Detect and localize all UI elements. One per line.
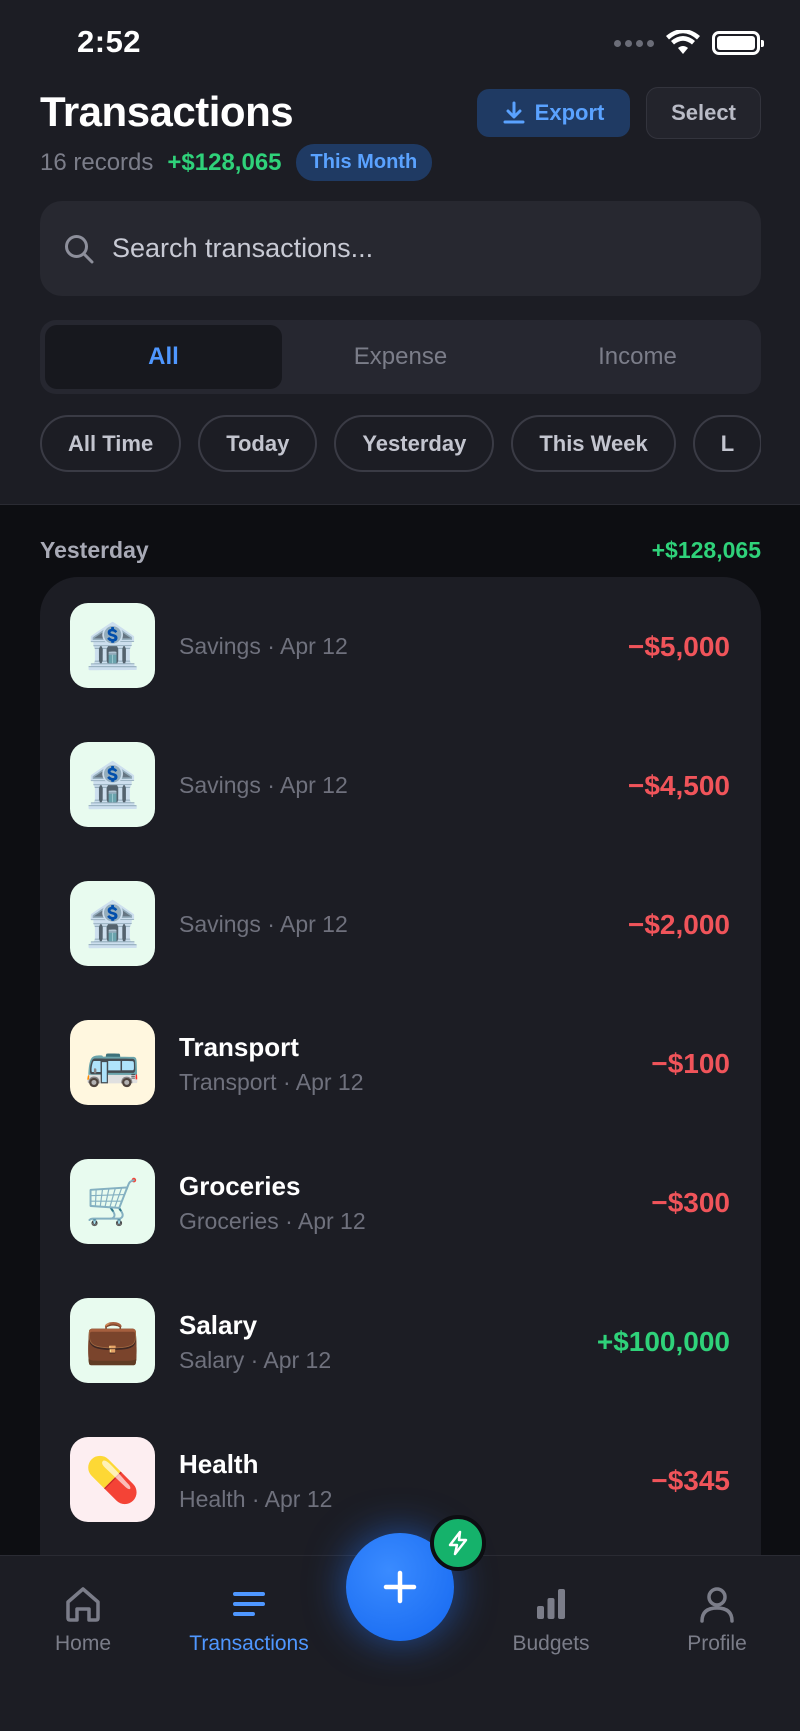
chip-next-partial[interactable]: L (692, 415, 761, 472)
transaction-row[interactable]: 💊 Health Health · Apr 12 −$345 (40, 1411, 761, 1550)
transaction-row[interactable]: 🏦 Savings · Apr 12 −$4,500 (40, 716, 761, 855)
transaction-row[interactable]: 🚌 Transport Transport · Apr 12 −$100 (40, 994, 761, 1133)
list-icon (233, 1592, 265, 1616)
search-input[interactable] (112, 233, 712, 264)
segment-all[interactable]: All (45, 325, 282, 389)
transaction-meta: Transport · Apr 12 (179, 1068, 364, 1095)
bus-icon: 🚌 (70, 1020, 155, 1105)
transaction-row[interactable]: 🏦 Savings · Apr 12 −$5,000 (40, 577, 761, 716)
chip-this-week[interactable]: This Week (511, 415, 676, 472)
period-badge[interactable]: This Month (295, 144, 433, 181)
nav-home-label: Home (54, 1632, 112, 1655)
transaction-amount: −$300 (651, 1186, 730, 1218)
transaction-amount: −$345 (651, 1464, 730, 1496)
transaction-amount: −$2,000 (628, 908, 730, 940)
period-total: +$128,065 (167, 148, 282, 176)
transaction-amount: −$5,000 (628, 630, 730, 662)
type-segmented-control: All Expense Income (40, 320, 761, 394)
chip-today[interactable]: Today (198, 415, 318, 472)
chip-all-time[interactable]: All Time (40, 415, 182, 472)
search-icon (65, 234, 94, 263)
user-icon (700, 1587, 734, 1623)
transaction-meta: Health · Apr 12 (179, 1485, 333, 1512)
transaction-meta: Groceries · Apr 12 (179, 1207, 366, 1234)
transaction-row[interactable]: 🛒 Groceries Groceries · Apr 12 −$300 (40, 1133, 761, 1272)
transaction-meta: Savings · Apr 12 (179, 772, 348, 798)
wifi-icon (666, 30, 700, 54)
bank-icon: 🏦 (70, 603, 155, 688)
pill-icon: 💊 (70, 1437, 155, 1522)
lightning-icon (448, 1530, 468, 1556)
nav-budgets-label: Budgets (512, 1632, 590, 1655)
records-count: 16 records (40, 148, 154, 176)
home-icon (66, 1587, 100, 1622)
status-icons (614, 30, 764, 56)
transaction-meta: Savings · Apr 12 (179, 633, 348, 659)
section-title: Yesterday (40, 537, 149, 563)
page-title: Transactions (40, 88, 294, 135)
transaction-amount: −$4,500 (628, 769, 730, 801)
export-button[interactable]: Export (477, 89, 630, 137)
segment-income[interactable]: Income (519, 325, 756, 389)
signal-icon (614, 39, 654, 47)
nav-profile[interactable]: Profile (632, 1584, 800, 1656)
bank-icon: 🏦 (70, 742, 155, 827)
transactions-screen: 2:52 Transactions Export Select 16 recor… (0, 0, 800, 1731)
select-button[interactable]: Select (646, 87, 761, 139)
download-icon (503, 101, 525, 124)
transaction-amount: +$100,000 (596, 1325, 730, 1357)
cart-icon: 🛒 (70, 1159, 155, 1244)
transaction-name: Salary (179, 1309, 258, 1340)
transaction-name: Transport (179, 1031, 299, 1062)
search-bar[interactable] (40, 201, 761, 296)
section-header: Yesterday +$128,065 (40, 537, 761, 564)
transaction-name: Health (179, 1448, 259, 1479)
nav-transactions-label: Transactions (189, 1632, 309, 1655)
nav-home[interactable]: Home (0, 1584, 168, 1656)
bank-icon: 🏦 (70, 881, 155, 966)
transaction-name: Groceries (179, 1170, 301, 1201)
date-filter-chips: All Time Today Yesterday This Week L (40, 415, 761, 473)
status-bar: 2:52 (0, 0, 800, 90)
summary-line: 16 records +$128,065 This Month (40, 144, 433, 181)
plus-icon (383, 1570, 417, 1604)
quick-add-button[interactable] (430, 1515, 486, 1571)
chip-yesterday[interactable]: Yesterday (334, 415, 495, 472)
section-total: +$128,065 (651, 537, 761, 563)
transaction-row[interactable]: 💼 Salary Salary · Apr 12 +$100,000 (40, 1272, 761, 1411)
transaction-meta: Salary · Apr 12 (179, 1346, 332, 1373)
nav-budgets[interactable]: Budgets (466, 1584, 636, 1656)
transaction-row[interactable]: 🏦 Savings · Apr 12 −$2,000 (40, 855, 761, 994)
header: 2:52 Transactions Export Select 16 recor… (0, 0, 800, 505)
bar-chart-icon (537, 1589, 565, 1619)
transaction-meta: Savings · Apr 12 (179, 911, 348, 937)
briefcase-icon: 💼 (70, 1298, 155, 1383)
nav-profile-label: Profile (687, 1632, 747, 1655)
status-time: 2:52 (77, 24, 142, 59)
battery-icon (712, 31, 764, 55)
transaction-amount: −$100 (651, 1047, 730, 1079)
segment-expense[interactable]: Expense (282, 325, 519, 389)
export-label: Export (534, 100, 605, 125)
nav-transactions[interactable]: Transactions (164, 1584, 334, 1656)
